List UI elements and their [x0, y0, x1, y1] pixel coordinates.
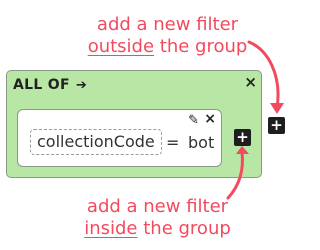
arrowhead-outside	[270, 103, 284, 114]
annotation-inside: add a new filter inside the group	[50, 196, 265, 240]
annotation-inside-keyword: inside	[84, 218, 138, 239]
arrow-to-outside-button	[247, 40, 280, 110]
annotation-inside-line1: add a new filter	[86, 196, 229, 217]
arrowhead-inside	[236, 146, 249, 154]
annotation-inside-rest: the group	[137, 218, 231, 239]
arrow-to-inside-button	[226, 150, 244, 200]
